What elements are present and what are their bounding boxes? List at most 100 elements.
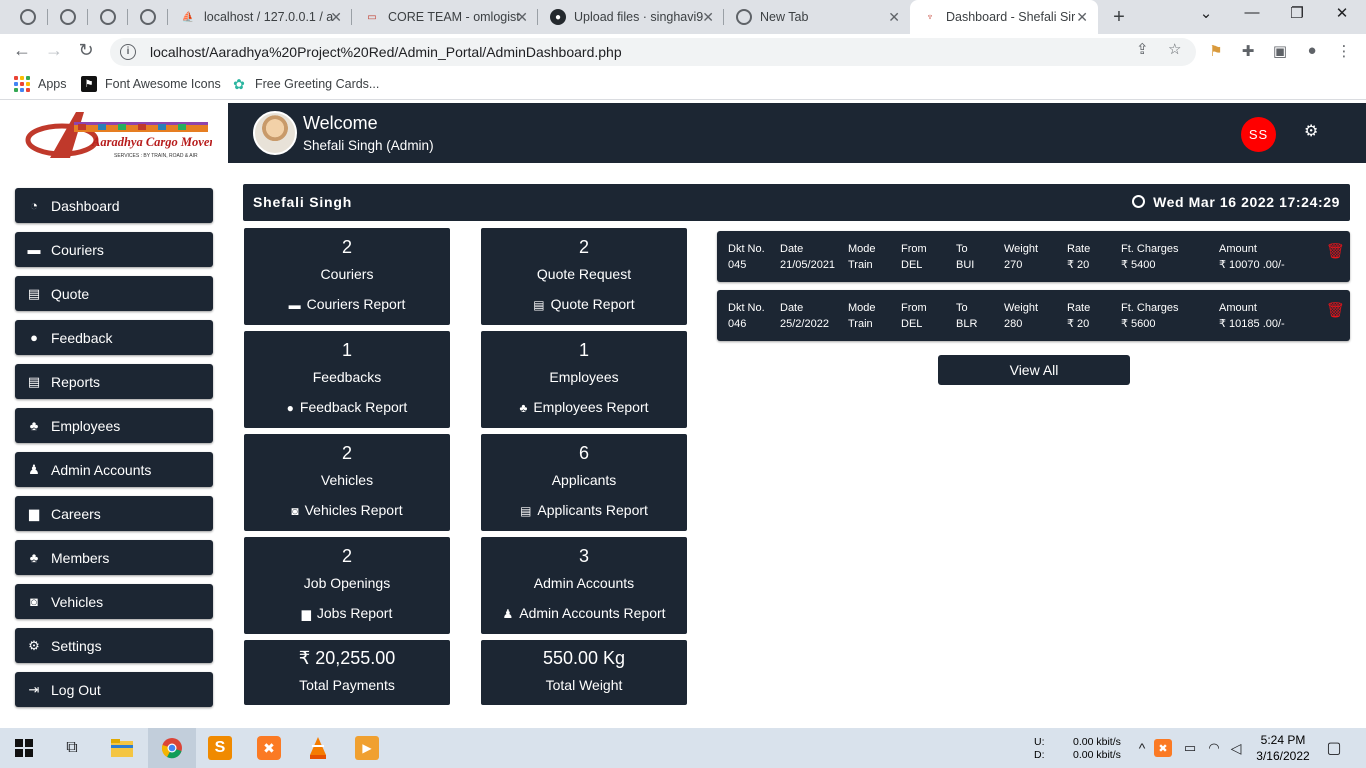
xampp-icon[interactable]: ✖ [257, 736, 281, 760]
trash-icon[interactable]: 🗑 [1326, 301, 1345, 319]
stat-label: Applicants [551, 472, 617, 488]
company-logo[interactable]: Aaradhya Cargo Movers SERVICES : BY TRAI… [22, 108, 219, 166]
chrome-icon[interactable] [160, 736, 184, 760]
close-window-button[interactable]: ✕ [1330, 4, 1354, 22]
address-bar[interactable]: i localhost/Aaradhya%20Project%20Red/Adm… [110, 38, 1196, 66]
restore-button[interactable]: ❐ [1285, 4, 1309, 22]
media-player-icon[interactable]: ▶ [355, 736, 379, 760]
sidebar-item-feedback[interactable]: ● Feedback [15, 320, 213, 355]
trash-icon[interactable]: 🗑 [1326, 242, 1345, 260]
field-value: Train [848, 259, 873, 271]
sidebar-item-couriers[interactable]: ▬ Couriers [15, 232, 213, 267]
view-all-button[interactable]: View All [938, 355, 1130, 385]
vlc-icon[interactable] [306, 736, 330, 760]
puzzle-icon[interactable]: ✚ [1238, 42, 1258, 60]
close-tab-icon[interactable]: ✕ [888, 9, 900, 26]
jobs-report-link[interactable]: ▆ Jobs Report [244, 605, 450, 621]
bookmark-star-icon[interactable]: ☆ [1168, 40, 1181, 58]
total-weight-label: Total Weight [545, 677, 623, 693]
quote-report-link[interactable]: ▤ Quote Report [481, 296, 687, 312]
docket-row[interactable]: Dkt No. 046 Date 25/2/2022 Mode Train From D… [717, 290, 1350, 341]
user-initials-badge[interactable]: SS [1241, 117, 1276, 152]
browser-tab-active[interactable]: ♆ Dashboard - Shefali Sir ✕ [910, 0, 1098, 34]
docket-field: Amount ₹ 10185 .00/- [1219, 300, 1285, 332]
file-explorer-icon[interactable] [110, 736, 134, 760]
back-icon[interactable]: ← [10, 40, 34, 61]
net-down-speed: 0.00 kbit/s [1073, 749, 1121, 761]
report-label: Jobs Report [316, 605, 393, 621]
browser-tab[interactable] [48, 0, 88, 34]
minimize-button[interactable]: — [1240, 4, 1264, 21]
sidebar-item-vehicles[interactable]: ◙ Vehicles [15, 584, 213, 619]
cogs-icon[interactable]: ⚙ [1304, 121, 1318, 141]
employees-report-link[interactable]: ♣ Employees Report [481, 399, 687, 415]
sidebar-item-dashboard[interactable]: ◔ Dashboard [15, 188, 213, 223]
close-tab-icon[interactable]: ✕ [1076, 9, 1088, 26]
share-icon[interactable]: ⇪ [1136, 40, 1149, 58]
reload-icon[interactable]: ↻ [74, 40, 98, 61]
sublime-text-icon[interactable]: S [208, 736, 232, 760]
bookmark-apps[interactable]: Apps [14, 76, 67, 92]
sidebar-item-members[interactable]: ♣ Members [15, 540, 213, 575]
windows-start-icon[interactable] [12, 736, 36, 760]
browser-tab[interactable]: ● Upload files · singhavi9 ✕ [538, 0, 724, 34]
sidebar-item-employees[interactable]: ♣ Employees [15, 408, 213, 443]
windows-taskbar: ⧉ S ✖ ▶ U: D: 0.00 kbit/s 0.00 kbit/s ^ … [0, 728, 1366, 768]
side-panel-icon[interactable]: ▣ [1270, 42, 1290, 60]
stat-card-quote-request: 2 Quote Request ▤ Quote Report [481, 228, 687, 325]
applicants-report-link[interactable]: ▤ Applicants Report [481, 502, 687, 518]
stat-count: 2 [341, 443, 352, 463]
system-clock[interactable]: 5:24 PM 3/16/2022 [1248, 732, 1318, 764]
sidebar-item-admin-accounts[interactable]: ♟ Admin Accounts [15, 452, 213, 487]
forward-icon[interactable]: → [42, 40, 66, 61]
tab-title: Upload files · singhavi9 [574, 10, 704, 24]
docket-field: Ft. Charges ₹ 5400 [1121, 241, 1178, 273]
bookmark-font-awesome[interactable]: ⚑ Font Awesome Icons [81, 76, 221, 92]
browser-tab[interactable]: New Tab ✕ [724, 0, 910, 34]
comments-icon: ● [30, 330, 38, 345]
close-tab-icon[interactable]: ✕ [702, 9, 714, 26]
couriers-report-link[interactable]: ▬ Couriers Report [244, 296, 450, 312]
menu-icon[interactable]: ⋮ [1334, 42, 1354, 60]
profile-icon[interactable]: ● [1302, 42, 1322, 59]
wifi-icon[interactable]: ◠ [1202, 736, 1226, 760]
feedback-report-link[interactable]: ● Feedback Report [244, 399, 450, 415]
browser-toolbar: ← → ↻ i localhost/Aaradhya%20Project%20R… [0, 34, 1366, 70]
bookmark-label: Apps [38, 77, 67, 91]
sidebar-item-careers[interactable]: ▆ Careers [15, 496, 213, 531]
xampp-tray-icon[interactable]: ✖ [1154, 739, 1172, 757]
browser-tab[interactable]: ▭ CORE TEAM - omlogist ✕ [352, 0, 538, 34]
field-header: Amount [1219, 302, 1257, 314]
notification-icon[interactable]: ▢ [1322, 736, 1346, 760]
docket-row[interactable]: Dkt No. 045 Date 21/05/2021 Mode Train From… [717, 231, 1350, 282]
avatar[interactable] [253, 111, 297, 155]
volume-icon[interactable]: ◁ [1224, 736, 1248, 760]
extension-icon[interactable]: ⚑ [1206, 42, 1226, 60]
browser-tab[interactable] [8, 0, 48, 34]
field-header: Mode [848, 302, 876, 314]
browser-tab[interactable]: ⛵ localhost / 127.0.0.1 / a ✕ [168, 0, 352, 34]
sidebar-item-settings[interactable]: ⚙ Settings [15, 628, 213, 663]
net-down-label: D: [1034, 749, 1045, 761]
admin-accounts-report-link[interactable]: ♟ Admin Accounts Report [481, 605, 687, 621]
bookmark-greeting-cards[interactable]: ✿ Free Greeting Cards... [231, 76, 379, 92]
tab-search-icon[interactable]: ⌄ [1194, 4, 1218, 22]
task-view-icon[interactable]: ⧉ [60, 736, 84, 760]
site-info-icon[interactable]: i [120, 44, 136, 60]
bookmark-label: Free Greeting Cards... [255, 77, 380, 91]
stat-count: 1 [578, 340, 589, 360]
sidebar-item-reports[interactable]: ▤ Reports [15, 364, 213, 399]
battery-icon[interactable]: ▭ [1178, 736, 1202, 760]
sidebar-item-logout[interactable]: ⇥ Log Out [15, 672, 213, 707]
chevron-up-icon[interactable]: ^ [1130, 736, 1154, 760]
sidebar-item-label: Settings [51, 637, 102, 654]
docket-field: Dkt No. 045 [728, 241, 765, 273]
browser-tab[interactable] [128, 0, 168, 34]
close-tab-icon[interactable]: ✕ [330, 9, 342, 26]
field-value: ₹ 10070 .00/- [1219, 259, 1285, 271]
sidebar-item-quote[interactable]: ▤ Quote [15, 276, 213, 311]
new-tab-button[interactable]: + [1108, 6, 1130, 29]
vehicles-report-link[interactable]: ◙ Vehicles Report [244, 502, 450, 518]
browser-tab[interactable] [88, 0, 128, 34]
close-tab-icon[interactable]: ✕ [516, 9, 528, 26]
